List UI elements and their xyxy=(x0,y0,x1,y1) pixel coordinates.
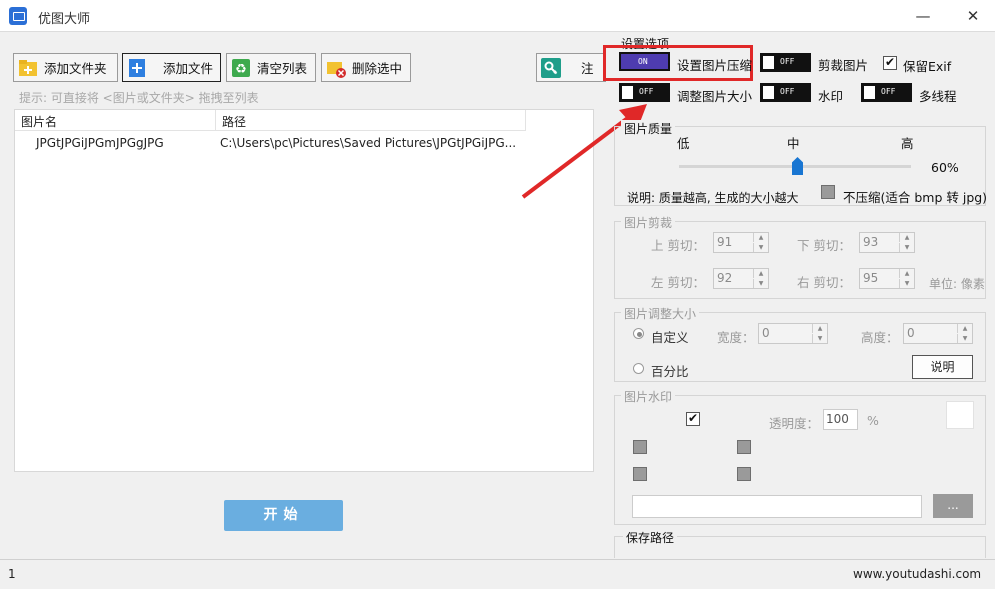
opacity-label: 透明度： xyxy=(769,416,820,431)
compress-toggle-state: ON xyxy=(638,57,648,66)
multithread-toggle-state: OFF xyxy=(881,87,896,96)
watermark-position-checkbox-4[interactable] xyxy=(737,467,751,481)
crop-unit-label: 单位: 像素 xyxy=(929,277,985,291)
height-label: 高度： xyxy=(861,330,899,345)
crop-bottom-spinner[interactable]: 93 ▲ ▼ xyxy=(859,232,915,253)
watermark-enable-checkbox[interactable] xyxy=(686,411,700,426)
file-plus-icon xyxy=(127,58,147,78)
column-header-name[interactable]: 图片名 xyxy=(15,110,216,131)
quality-group: 图片质量 低 中 高 60% 说明: 质量越高, 生成的大小越大 不压缩(适合 … xyxy=(614,120,988,206)
crop-toggle[interactable]: OFF xyxy=(760,53,811,72)
resize-group: 图片调整大小 自定义 宽度： 0 ▲ ▼ 高度： 0 ▲ ▼ 百分比 说明 xyxy=(614,305,986,382)
opacity-percent-sign: % xyxy=(867,413,879,428)
quality-mid-label: 中 xyxy=(787,136,800,151)
delete-selected-button[interactable]: 删除选中 xyxy=(321,53,411,82)
width-label: 宽度： xyxy=(717,330,755,345)
status-count: 1 xyxy=(8,567,16,581)
crop-left-label: 左 剪切： xyxy=(651,275,705,290)
status-bar: 1 www.youtudashi.com xyxy=(0,559,995,589)
clear-list-label: 清空列表 xyxy=(257,61,308,76)
opacity-input[interactable]: 100 xyxy=(823,409,858,430)
close-button[interactable]: ✕ xyxy=(950,0,995,32)
crop-title: 图片剪裁 xyxy=(621,214,676,231)
crop-toggle-state: OFF xyxy=(780,57,795,66)
recycle-icon: ♻ xyxy=(231,58,251,78)
quality-slider-thumb[interactable] xyxy=(792,157,803,175)
status-site: www.youtudashi.com xyxy=(853,567,982,581)
drag-hint: 提示: 可直接将 <图片或文件夹> 拖拽至列表 xyxy=(19,91,259,105)
quality-high-label: 高 xyxy=(901,136,914,151)
file-path-cell: C:\Users\pc\Pictures\Saved Pictures\JPGt… xyxy=(220,136,517,150)
save-path-title: 保存路径 xyxy=(623,529,678,546)
keep-exif-checkbox[interactable] xyxy=(883,55,897,70)
custom-radio-label: 自定义 xyxy=(651,330,689,345)
quality-low-label: 低 xyxy=(677,136,690,151)
watermark-group: 图片水印 透明度： 100 % ... xyxy=(614,388,986,525)
table-row[interactable]: JPGtJPGiJPGmJPGgJPG C:\Users\pc\Pictures… xyxy=(15,132,593,152)
add-folder-label: 添加文件夹 xyxy=(44,61,107,76)
register-button[interactable]: 注 xyxy=(536,53,606,82)
crop-left-spinner[interactable]: 92 ▲ ▼ xyxy=(713,268,769,289)
no-compress-checkbox[interactable] xyxy=(821,185,835,199)
minimize-button[interactable]: — xyxy=(900,0,946,32)
watermark-position-checkbox-1[interactable] xyxy=(633,440,647,454)
clear-list-button[interactable]: ♻ 清空列表 xyxy=(226,53,316,82)
app-logo-icon xyxy=(9,7,27,25)
width-spinner[interactable]: 0 ▲ ▼ xyxy=(758,323,828,344)
crop-bottom-label: 下 剪切： xyxy=(797,238,851,253)
file-name-cell: JPGtJPGiJPGmJPGgJPG xyxy=(36,136,164,150)
multithread-toggle[interactable]: OFF xyxy=(861,83,912,102)
watermark-position-checkbox-2[interactable] xyxy=(737,440,751,454)
crop-top-label: 上 剪切： xyxy=(651,238,705,253)
crop-right-label: 右 剪切： xyxy=(797,275,851,290)
quality-title: 图片质量 xyxy=(621,120,676,137)
quality-note: 说明: 质量越高, 生成的大小越大 xyxy=(627,191,799,205)
svg-text:♻: ♻ xyxy=(235,62,247,77)
resize-label: 调整图片大小 xyxy=(677,89,753,104)
percent-radio-label: 百分比 xyxy=(651,364,689,379)
crop-right-spinner[interactable]: 95 ▲ ▼ xyxy=(859,268,915,289)
add-file-button[interactable]: 添加文件 xyxy=(122,53,221,82)
watermark-browse-button[interactable]: ... xyxy=(933,494,973,518)
crop-label: 剪裁图片 xyxy=(818,58,869,73)
watermark-label: 水印 xyxy=(818,89,844,104)
percent-radio[interactable] xyxy=(633,363,644,374)
delete-selected-label: 删除选中 xyxy=(352,61,403,76)
start-button[interactable]: 开始 xyxy=(224,500,343,531)
crop-top-spinner[interactable]: 91 ▲ ▼ xyxy=(713,232,769,253)
compress-toggle[interactable]: ON xyxy=(619,52,670,71)
title-bar: 优图大师 — ✕ xyxy=(0,0,995,32)
crop-group: 图片剪裁 上 剪切： 91 ▲ ▼ 下 剪切： 93 ▲ ▼ 左 剪切： 92 ▲ ▼ 右 … xyxy=(614,214,986,299)
watermark-position-checkbox-3[interactable] xyxy=(633,467,647,481)
add-folder-button[interactable]: 添加文件夹 xyxy=(13,53,118,82)
register-label: 注 xyxy=(581,61,594,76)
watermark-path-input[interactable] xyxy=(632,495,922,518)
window-title: 优图大师 xyxy=(38,12,91,27)
watermark-color-swatch[interactable] xyxy=(946,401,974,429)
multithread-label: 多线程 xyxy=(919,89,957,104)
resize-title: 图片调整大小 xyxy=(621,305,700,322)
quality-value: 60% xyxy=(931,160,959,175)
add-file-label: 添加文件 xyxy=(163,61,214,76)
folder-plus-icon xyxy=(18,58,38,78)
height-spinner[interactable]: 0 ▲ ▼ xyxy=(903,323,973,344)
watermark-title: 图片水印 xyxy=(621,388,676,405)
save-path-group: 保存路径 xyxy=(614,529,986,558)
watermark-toggle[interactable]: OFF xyxy=(760,83,811,102)
explain-button[interactable]: 说明 xyxy=(912,355,973,379)
keep-exif-label: 保留Exif xyxy=(903,59,952,74)
resize-toggle-state: OFF xyxy=(639,87,654,96)
column-header-path[interactable]: 路径 xyxy=(216,110,526,131)
no-compress-label: 不压缩(适合 bmp 转 jpg) xyxy=(843,190,988,205)
key-icon xyxy=(541,57,561,78)
watermark-toggle-state: OFF xyxy=(780,87,795,96)
custom-radio[interactable] xyxy=(633,328,644,339)
file-list[interactable]: 图片名 路径 JPGtJPGiJPGmJPGgJPG C:\Users\pc\P… xyxy=(14,109,594,472)
compress-label: 设置图片压缩 xyxy=(677,58,753,73)
folder-delete-icon xyxy=(326,58,346,78)
